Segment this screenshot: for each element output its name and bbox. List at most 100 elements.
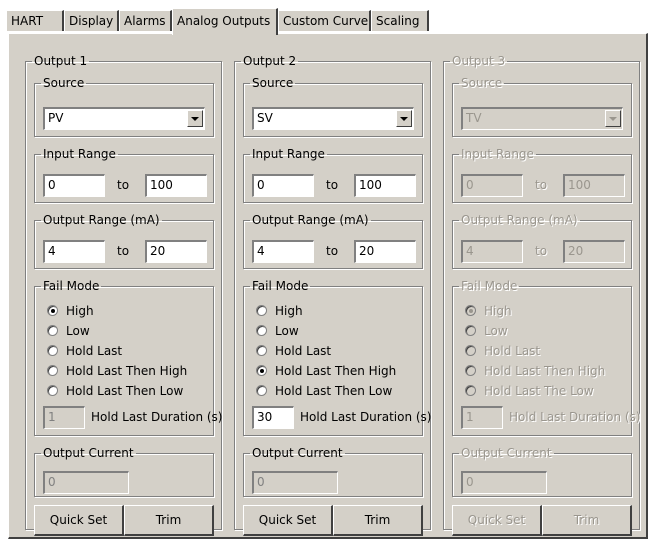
tab-analog-outputs[interactable]: Analog Outputs <box>172 8 278 35</box>
radio-icon[interactable] <box>465 325 476 336</box>
radio-label: Low <box>275 324 299 338</box>
chevron-down-icon[interactable] <box>396 110 412 127</box>
input-range-label: Input Range <box>43 147 116 161</box>
radio-icon[interactable] <box>465 345 476 356</box>
fail-mode-label: Fail Mode <box>461 279 518 293</box>
source-label: Source <box>43 76 85 90</box>
output-1-source-value: PV <box>48 111 64 125</box>
output-3-fail-low-radio[interactable]: Low <box>465 322 508 340</box>
output-1-quick-set-button[interactable]: Quick Set <box>34 505 124 536</box>
output-2-fail-low-radio[interactable]: Low <box>256 322 299 340</box>
output-1-input-max-field[interactable]: 100 <box>145 174 207 197</box>
output-3-input-min-field[interactable]: 0 <box>461 174 523 197</box>
radio-icon[interactable] <box>465 365 476 376</box>
to-label: to <box>326 178 339 192</box>
hold-duration-label: Hold Last Duration (s) <box>300 410 432 424</box>
radio-icon[interactable] <box>256 345 267 356</box>
output-2-hold-duration-field[interactable]: 30 <box>252 406 294 429</box>
radio-icon[interactable] <box>47 325 58 336</box>
output-2-source-group: Source SV <box>243 77 423 137</box>
radio-label: High <box>275 304 303 318</box>
output-1-trim-button[interactable]: Trim <box>124 505 214 536</box>
output-1-fail-low-radio[interactable]: Low <box>47 322 90 340</box>
output-2-input-max-field[interactable]: 100 <box>354 174 416 197</box>
output-3-hold-duration-field[interactable]: 1 <box>461 406 503 429</box>
chevron-down-icon[interactable] <box>187 110 203 127</box>
radio-icon[interactable] <box>465 385 476 396</box>
radio-icon[interactable] <box>256 325 267 336</box>
output-3-source-select[interactable]: TV <box>461 107 623 130</box>
chevron-down-icon[interactable] <box>605 110 621 127</box>
output-1-output-current-field: 0 <box>43 471 129 494</box>
output-3-group: Output 3 Source TV Input Range 0 to 100 … <box>443 55 641 536</box>
output-1-title: Output 1 <box>34 54 88 68</box>
output-range-label: Output Range (mA) <box>43 213 160 227</box>
output-3-input-max-field[interactable]: 100 <box>563 174 625 197</box>
radio-icon[interactable] <box>47 365 58 376</box>
output-3-trim-button[interactable]: Trim <box>542 505 632 536</box>
tab-scaling[interactable]: Scaling <box>371 10 429 31</box>
output-2-output-max-field[interactable]: 20 <box>354 240 416 263</box>
output-3-quick-set-button[interactable]: Quick Set <box>452 505 542 536</box>
radio-icon[interactable] <box>256 365 267 376</box>
output-1-hold-duration-field[interactable]: 1 <box>43 406 85 429</box>
tab-hart[interactable]: HART <box>6 10 64 31</box>
tab-custom-curve[interactable]: Custom Curve <box>278 10 371 31</box>
tab-alarms[interactable]: Alarms <box>119 10 172 31</box>
output-2-output-min-field[interactable]: 4 <box>252 240 314 263</box>
output-2-output-range-group: Output Range (mA) 4 to 20 <box>243 214 423 269</box>
radio-label: Low <box>484 324 508 338</box>
hold-duration-label: Hold Last Duration (s) <box>91 410 223 424</box>
output-2-input-range-group: Input Range 0 to 100 <box>243 148 423 203</box>
source-label: Source <box>252 76 294 90</box>
radio-label: Hold Last Then High <box>275 364 397 378</box>
output-1-output-max-field[interactable]: 20 <box>145 240 207 263</box>
output-1-source-select[interactable]: PV <box>43 107 205 130</box>
output-1-output-min-field[interactable]: 4 <box>43 240 105 263</box>
output-2-output-current-group: Output Current 0 <box>243 447 423 497</box>
output-3-output-current-group: Output Current 0 <box>452 447 632 497</box>
radio-label: Hold Last <box>275 344 332 358</box>
radio-label: Hold Last The Low <box>484 384 594 398</box>
output-1-fail-hold-last-high-radio[interactable]: Hold Last Then High <box>47 362 187 380</box>
output-2-output-current-field: 0 <box>252 471 338 494</box>
output-3-output-min-field[interactable]: 4 <box>461 240 523 263</box>
output-1-fail-high-radio[interactable]: High <box>47 302 94 320</box>
output-1-fail-hold-last-radio[interactable]: Hold Last <box>47 342 122 360</box>
radio-icon[interactable] <box>47 385 58 396</box>
output-1-output-current-group: Output Current 0 <box>34 447 214 497</box>
output-2-trim-button[interactable]: Trim <box>333 505 423 536</box>
input-range-label: Input Range <box>461 147 534 161</box>
output-2-fail-hold-last-radio[interactable]: Hold Last <box>256 342 331 360</box>
output-3-fail-mode-group: Fail Mode High Low Hold Last Hold Last T… <box>452 279 641 436</box>
tab-display[interactable]: Display <box>64 10 119 31</box>
output-3-fail-high-radio[interactable]: High <box>465 302 512 320</box>
radio-label: Hold Last <box>484 344 541 358</box>
output-3-fail-hold-last-low-radio[interactable]: Hold Last The Low <box>465 382 594 400</box>
output-1-source-group: Source PV <box>34 77 214 137</box>
radio-icon[interactable] <box>47 345 58 356</box>
radio-icon[interactable] <box>256 385 267 396</box>
output-3-output-max-field[interactable]: 20 <box>563 240 625 263</box>
output-3-source-value: TV <box>466 111 482 125</box>
radio-icon[interactable] <box>256 305 267 316</box>
output-range-label: Output Range (mA) <box>461 213 578 227</box>
output-3-fail-hold-last-high-radio[interactable]: Hold Last Then High <box>465 362 605 380</box>
to-label: to <box>117 244 130 258</box>
radio-label: High <box>484 304 512 318</box>
output-2-fail-hold-last-high-radio[interactable]: Hold Last Then High <box>256 362 396 380</box>
output-1-input-min-field[interactable]: 0 <box>43 174 105 197</box>
output-2-fail-high-radio[interactable]: High <box>256 302 303 320</box>
radio-icon[interactable] <box>47 305 58 316</box>
output-1-fail-hold-last-low-radio[interactable]: Hold Last Then Low <box>47 382 183 400</box>
output-1-fail-mode-group: Fail Mode High Low Hold Last Hold Last T… <box>34 280 223 436</box>
fail-mode-label: Fail Mode <box>252 279 309 293</box>
radio-icon[interactable] <box>465 305 476 316</box>
input-range-label: Input Range <box>252 147 325 161</box>
output-2-input-min-field[interactable]: 0 <box>252 174 314 197</box>
output-2-source-select[interactable]: SV <box>252 107 414 130</box>
output-2-fail-hold-last-low-radio[interactable]: Hold Last Then Low <box>256 382 392 400</box>
output-3-fail-hold-last-radio[interactable]: Hold Last <box>465 342 540 360</box>
output-2-quick-set-button[interactable]: Quick Set <box>243 505 333 536</box>
output-2-source-value: SV <box>257 111 273 125</box>
